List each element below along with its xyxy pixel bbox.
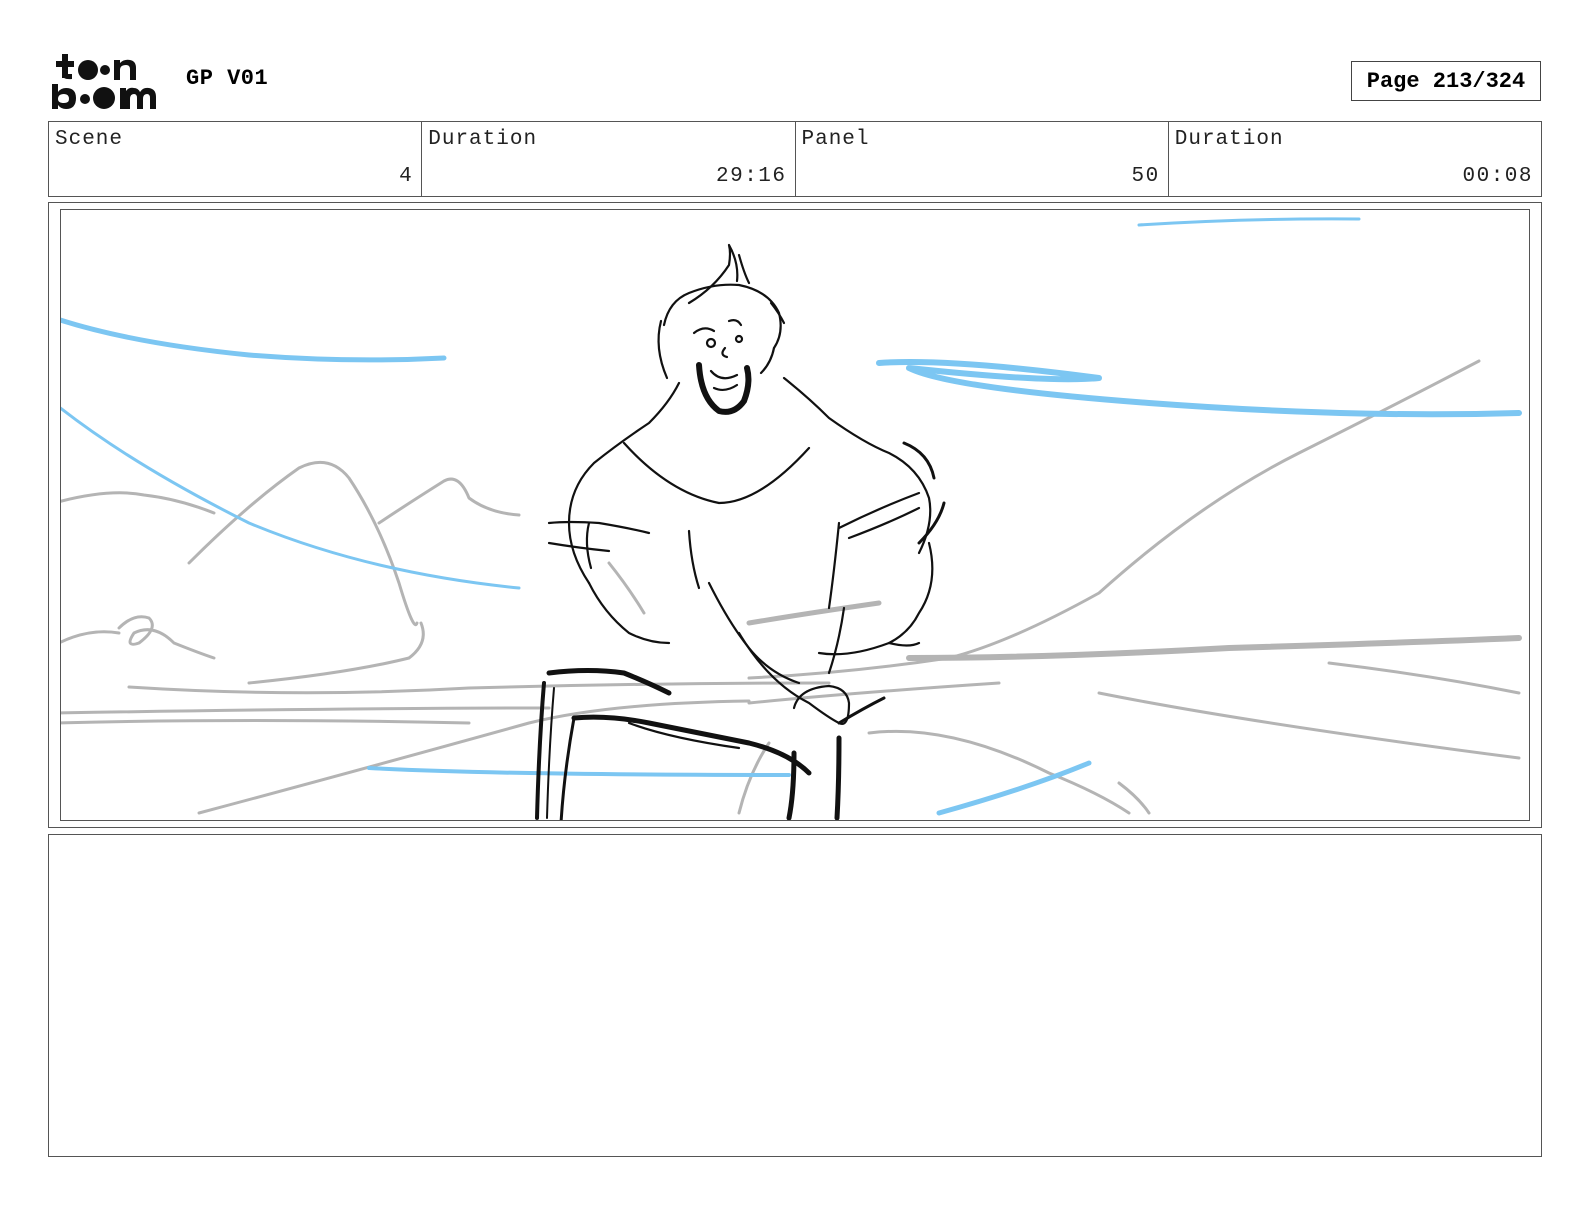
panel-cell: Panel 50 (796, 122, 1169, 196)
panel-image-frame (48, 202, 1542, 828)
project-title: GP V01 (186, 66, 269, 91)
scene-duration-cell: Duration 29:16 (422, 122, 796, 196)
panel-label: Panel (801, 128, 870, 151)
page-indicator: Page 213/324 (1351, 61, 1541, 101)
storyboard-sketch-image (61, 217, 1522, 820)
panel-value: 50 (1131, 165, 1160, 188)
panel-duration-value: 00:08 (1462, 165, 1533, 188)
panel-duration-cell: Duration 00:08 (1169, 122, 1541, 196)
panel-duration-label: Duration (1174, 128, 1284, 151)
scene-duration-label: Duration (428, 128, 538, 151)
scene-cell: Scene 4 (49, 122, 423, 196)
scene-duration-value: 29:16 (715, 165, 787, 188)
scene-label: Scene (55, 128, 124, 151)
panel-info-row: Scene 4 Duration 29:16 Panel 50 Duration… (48, 121, 1542, 197)
panel-image-area (60, 209, 1530, 821)
toonboom-logo-icon (52, 54, 156, 109)
scene-value: 4 (399, 165, 414, 188)
panel-notes-box (48, 834, 1542, 1157)
